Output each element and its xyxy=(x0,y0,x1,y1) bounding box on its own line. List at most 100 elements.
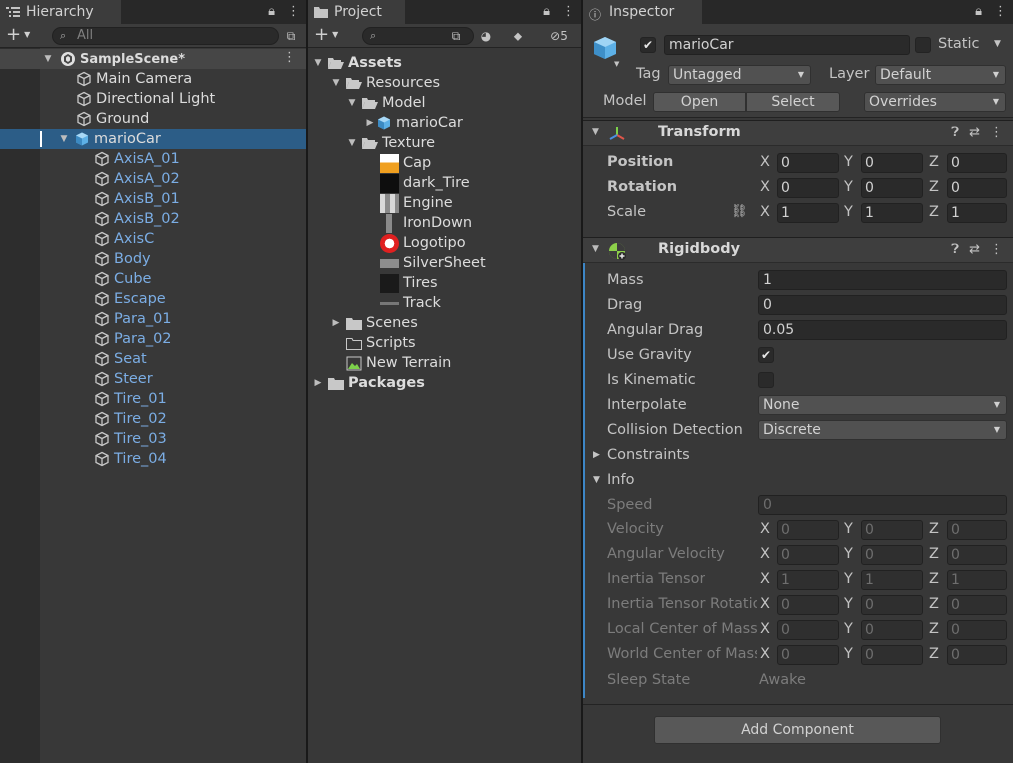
is-kinematic-checkbox[interactable] xyxy=(758,372,774,388)
chevron-down-icon[interactable]: ▼ xyxy=(593,475,600,485)
filter-by-type-icon[interactable]: ◕ xyxy=(476,27,496,45)
rotation-z-field[interactable]: 0 xyxy=(947,178,1007,198)
lock-icon[interactable]: 🔒︎ xyxy=(543,4,550,19)
hierarchy-search-input[interactable]: ⌕ All xyxy=(52,27,279,45)
hierarchy-child-item[interactable]: Tire_04 xyxy=(0,449,306,469)
y-axis-label[interactable]: Y xyxy=(844,154,853,170)
add-component-button[interactable]: Add Component xyxy=(654,716,941,744)
chevron-down-icon[interactable]: ▼ xyxy=(330,78,342,88)
hierarchy-child-item[interactable]: Cube xyxy=(0,269,306,289)
chevron-right-icon[interactable]: ▶ xyxy=(364,118,376,128)
search-by-type-icon[interactable]: ⧉ xyxy=(446,27,466,45)
packages-folder[interactable]: ▶ Packages xyxy=(308,373,581,393)
kebab-menu-icon[interactable]: ⋮ xyxy=(990,242,1003,257)
hierarchy-child-item[interactable]: Para_02 xyxy=(0,329,306,349)
texture-asset[interactable]: Logotipo xyxy=(308,233,581,253)
kebab-menu-icon[interactable]: ⋮ xyxy=(287,4,300,19)
active-checkbox[interactable]: ✔ xyxy=(640,37,656,53)
kebab-menu-icon[interactable]: ⋮ xyxy=(562,4,575,19)
hidden-packages-toggle[interactable]: ⊘ 5 xyxy=(540,27,578,45)
overrides-dropdown[interactable]: Overrides xyxy=(864,92,1006,112)
rotation-x-field[interactable]: 0 xyxy=(777,178,839,198)
hierarchy-child-item[interactable]: AxisB_02 xyxy=(0,209,306,229)
x-axis-label[interactable]: X xyxy=(760,204,770,220)
kebab-menu-icon[interactable]: ⋮ xyxy=(990,125,1003,140)
open-button[interactable]: Open xyxy=(653,92,746,112)
hierarchy-child-item[interactable]: Seat xyxy=(0,349,306,369)
y-axis-label[interactable]: Y xyxy=(844,179,853,195)
hierarchy-child-item[interactable]: Para_01 xyxy=(0,309,306,329)
z-axis-label[interactable]: Z xyxy=(929,179,939,195)
constraints-foldout[interactable]: Constraints xyxy=(607,447,690,463)
hierarchy-child-item[interactable]: Escape xyxy=(0,289,306,309)
hierarchy-child-item[interactable]: AxisA_01 xyxy=(0,149,306,169)
x-axis-label[interactable]: X xyxy=(760,179,770,195)
texture-asset[interactable]: SilverSheet xyxy=(308,253,581,273)
rotation-y-field[interactable]: 0 xyxy=(861,178,923,198)
hierarchy-child-item[interactable]: AxisB_01 xyxy=(0,189,306,209)
hierarchy-child-item[interactable]: AxisA_02 xyxy=(0,169,306,189)
create-asset-button[interactable]: + ▼ xyxy=(314,26,338,44)
hierarchy-item-selected[interactable]: ▼ marioCar xyxy=(0,129,306,149)
hierarchy-child-item[interactable]: Tire_02 xyxy=(0,409,306,429)
hierarchy-child-item[interactable]: AxisC xyxy=(0,229,306,249)
x-axis-label[interactable]: X xyxy=(760,154,770,170)
tag-dropdown[interactable]: Untagged xyxy=(668,65,811,85)
hierarchy-child-item[interactable]: Steer xyxy=(0,369,306,389)
position-y-field[interactable]: 0 xyxy=(861,153,923,173)
layer-dropdown[interactable]: Default xyxy=(875,65,1006,85)
mass-field[interactable]: 1 xyxy=(758,270,1007,290)
hierarchy-item[interactable]: Directional Light xyxy=(0,89,306,109)
terrain-asset[interactable]: New Terrain xyxy=(308,353,581,373)
lock-icon[interactable]: 🔒︎ xyxy=(975,4,982,19)
scale-z-field[interactable]: 1 xyxy=(947,203,1007,223)
z-axis-label[interactable]: Z xyxy=(929,154,939,170)
static-checkbox[interactable] xyxy=(915,37,931,53)
texture-asset[interactable]: IronDown xyxy=(308,213,581,233)
hierarchy-child-item[interactable]: Tire_03 xyxy=(0,429,306,449)
hierarchy-item[interactable]: Ground xyxy=(0,109,306,129)
z-axis-label[interactable]: Z xyxy=(929,204,939,220)
chevron-down-icon[interactable]: ▼ xyxy=(346,138,358,148)
static-dropdown-icon[interactable]: ▼ xyxy=(994,39,1001,49)
drag-field[interactable]: 0 xyxy=(758,295,1007,315)
project-tab[interactable]: Project xyxy=(308,0,405,24)
texture-folder[interactable]: ▼ Texture xyxy=(308,133,581,153)
chevron-right-icon[interactable]: ▶ xyxy=(330,318,342,328)
link-scale-icon[interactable]: ⛓︎ xyxy=(731,204,748,219)
interpolate-dropdown[interactable]: None xyxy=(758,395,1007,415)
position-z-field[interactable]: 0 xyxy=(947,153,1007,173)
lock-icon[interactable]: 🔒︎ xyxy=(268,4,275,19)
presets-icon[interactable]: ⇄ xyxy=(969,242,980,257)
search-by-type-icon[interactable]: ⧉ xyxy=(281,27,301,45)
hierarchy-item[interactable]: Main Camera xyxy=(0,69,306,89)
scenes-folder[interactable]: ▶ Scenes xyxy=(308,313,581,333)
presets-icon[interactable]: ⇄ xyxy=(969,125,980,140)
chevron-down-icon[interactable]: ▼ xyxy=(614,60,619,68)
prefab-cube-icon[interactable] xyxy=(591,34,619,62)
texture-asset[interactable]: Track xyxy=(308,293,581,313)
transform-header[interactable]: ▼ Transform ❓︎ ⇄ ⋮ xyxy=(583,120,1013,146)
assets-folder[interactable]: ▼ Assets xyxy=(308,53,581,73)
use-gravity-checkbox[interactable]: ✔ xyxy=(758,347,774,363)
position-x-field[interactable]: 0 xyxy=(777,153,839,173)
texture-asset[interactable]: Cap xyxy=(308,153,581,173)
scale-y-field[interactable]: 1 xyxy=(861,203,923,223)
chevron-right-icon[interactable]: ▶ xyxy=(593,450,600,460)
texture-asset[interactable]: Tires xyxy=(308,273,581,293)
kebab-menu-icon[interactable]: ⋮ xyxy=(283,50,296,65)
hierarchy-child-item[interactable]: Body xyxy=(0,249,306,269)
chevron-down-icon[interactable]: ▼ xyxy=(42,54,54,64)
info-foldout[interactable]: Info xyxy=(607,472,634,488)
chevron-down-icon[interactable]: ▼ xyxy=(346,98,358,108)
help-icon[interactable]: ❓︎ xyxy=(951,125,959,140)
y-axis-label[interactable]: Y xyxy=(844,204,853,220)
hierarchy-tab[interactable]: Hierarchy xyxy=(0,0,121,24)
chevron-down-icon[interactable]: ▼ xyxy=(312,58,324,68)
hierarchy-child-item[interactable]: Tire_01 xyxy=(0,389,306,409)
object-name-field[interactable]: marioCar xyxy=(664,35,910,55)
texture-asset[interactable]: Engine xyxy=(308,193,581,213)
help-icon[interactable]: ❓︎ xyxy=(951,242,959,257)
scene-row[interactable]: ▼ SampleScene* ⋮ xyxy=(0,49,306,69)
inspector-tab[interactable]: ⓘ Inspector xyxy=(583,0,702,24)
